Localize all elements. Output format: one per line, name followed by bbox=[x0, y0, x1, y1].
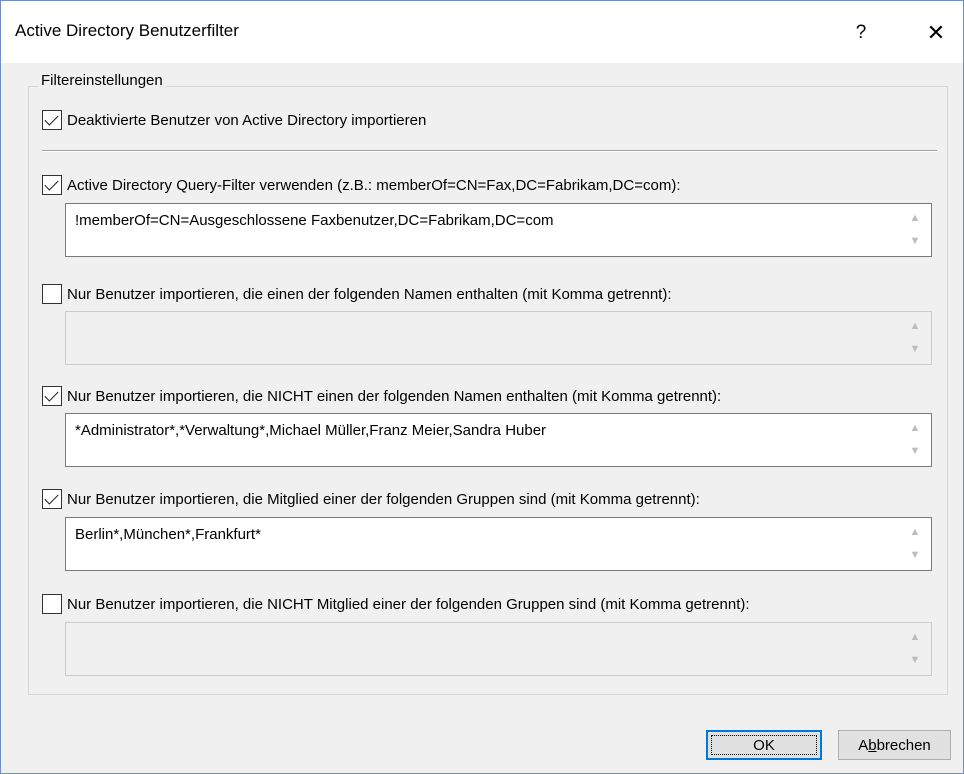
input-value: Berlin*,München*,Frankfurt* bbox=[75, 526, 261, 543]
checkbox-include-names[interactable] bbox=[42, 284, 62, 304]
checkbox-include-groups[interactable] bbox=[42, 489, 62, 509]
dialog-window: Active Directory Benutzerfilter ? ✕ Filt… bbox=[0, 0, 964, 774]
separator bbox=[42, 150, 937, 152]
input-value: !memberOf=CN=Ausgeschlossene Faxbenutzer… bbox=[75, 212, 554, 229]
scroll-down-icon[interactable]: ▼ bbox=[908, 653, 922, 667]
dialog-title: Active Directory Benutzerfilter bbox=[15, 21, 239, 40]
cancel-button-label-suffix: brechen bbox=[876, 736, 931, 754]
option-exclude-names[interactable]: Nur Benutzer importieren, die NICHT eine… bbox=[42, 385, 721, 407]
cancel-button-label-prefix: A bbox=[858, 736, 869, 754]
ok-button[interactable]: OK bbox=[706, 730, 822, 760]
group-legend: Filtereinstellungen bbox=[38, 72, 166, 89]
help-button[interactable]: ? bbox=[841, 15, 881, 51]
close-icon[interactable]: ✕ bbox=[916, 15, 956, 51]
include-names-input[interactable]: ▲ ▼ bbox=[65, 311, 932, 365]
option-label: Deaktivierte Benutzer von Active Directo… bbox=[67, 111, 427, 129]
scroll-down-icon[interactable]: ▼ bbox=[908, 342, 922, 356]
title-bar[interactable]: Active Directory Benutzerfilter ? ✕ bbox=[1, 1, 963, 63]
option-include-groups[interactable]: Nur Benutzer importieren, die Mitglied e… bbox=[42, 488, 700, 510]
exclude-groups-input[interactable]: ▲ ▼ bbox=[65, 622, 932, 676]
scroll-up-icon[interactable]: ▲ bbox=[908, 525, 922, 539]
option-label: Nur Benutzer importieren, die Mitglied e… bbox=[67, 490, 700, 508]
option-query-filter[interactable]: Active Directory Query-Filter verwenden … bbox=[42, 174, 680, 196]
option-label: Nur Benutzer importieren, die einen der … bbox=[67, 285, 672, 303]
checkbox-query-filter[interactable] bbox=[42, 175, 62, 195]
checkbox-exclude-names[interactable] bbox=[42, 386, 62, 406]
option-import-disabled-users[interactable]: Deaktivierte Benutzer von Active Directo… bbox=[42, 109, 426, 131]
scroll-up-icon[interactable]: ▲ bbox=[908, 421, 922, 435]
scroll-down-icon[interactable]: ▼ bbox=[908, 548, 922, 562]
input-value: *Administrator*,*Verwaltung*,Michael Mül… bbox=[75, 422, 547, 439]
option-include-names[interactable]: Nur Benutzer importieren, die einen der … bbox=[42, 283, 672, 305]
scroll-up-icon[interactable]: ▲ bbox=[908, 211, 922, 225]
checkbox-import-disabled-users[interactable] bbox=[42, 110, 62, 130]
scroll-up-icon[interactable]: ▲ bbox=[908, 319, 922, 333]
option-label: Active Directory Query-Filter verwenden … bbox=[67, 176, 681, 194]
option-exclude-groups[interactable]: Nur Benutzer importieren, die NICHT Mitg… bbox=[42, 593, 750, 615]
focus-rectangle bbox=[711, 735, 817, 755]
option-label: Nur Benutzer importieren, die NICHT eine… bbox=[67, 387, 722, 405]
cancel-button[interactable]: Ab brechen bbox=[838, 730, 951, 760]
checkbox-exclude-groups[interactable] bbox=[42, 594, 62, 614]
scroll-down-icon[interactable]: ▼ bbox=[908, 444, 922, 458]
option-label: Nur Benutzer importieren, die NICHT Mitg… bbox=[67, 595, 750, 613]
exclude-names-input[interactable]: *Administrator*,*Verwaltung*,Michael Mül… bbox=[65, 413, 932, 467]
scroll-down-icon[interactable]: ▼ bbox=[908, 234, 922, 248]
cancel-button-mnemonic: b bbox=[868, 736, 877, 754]
query-filter-input[interactable]: !memberOf=CN=Ausgeschlossene Faxbenutzer… bbox=[65, 203, 932, 257]
include-groups-input[interactable]: Berlin*,München*,Frankfurt* ▲ ▼ bbox=[65, 517, 932, 571]
scroll-up-icon[interactable]: ▲ bbox=[908, 630, 922, 644]
